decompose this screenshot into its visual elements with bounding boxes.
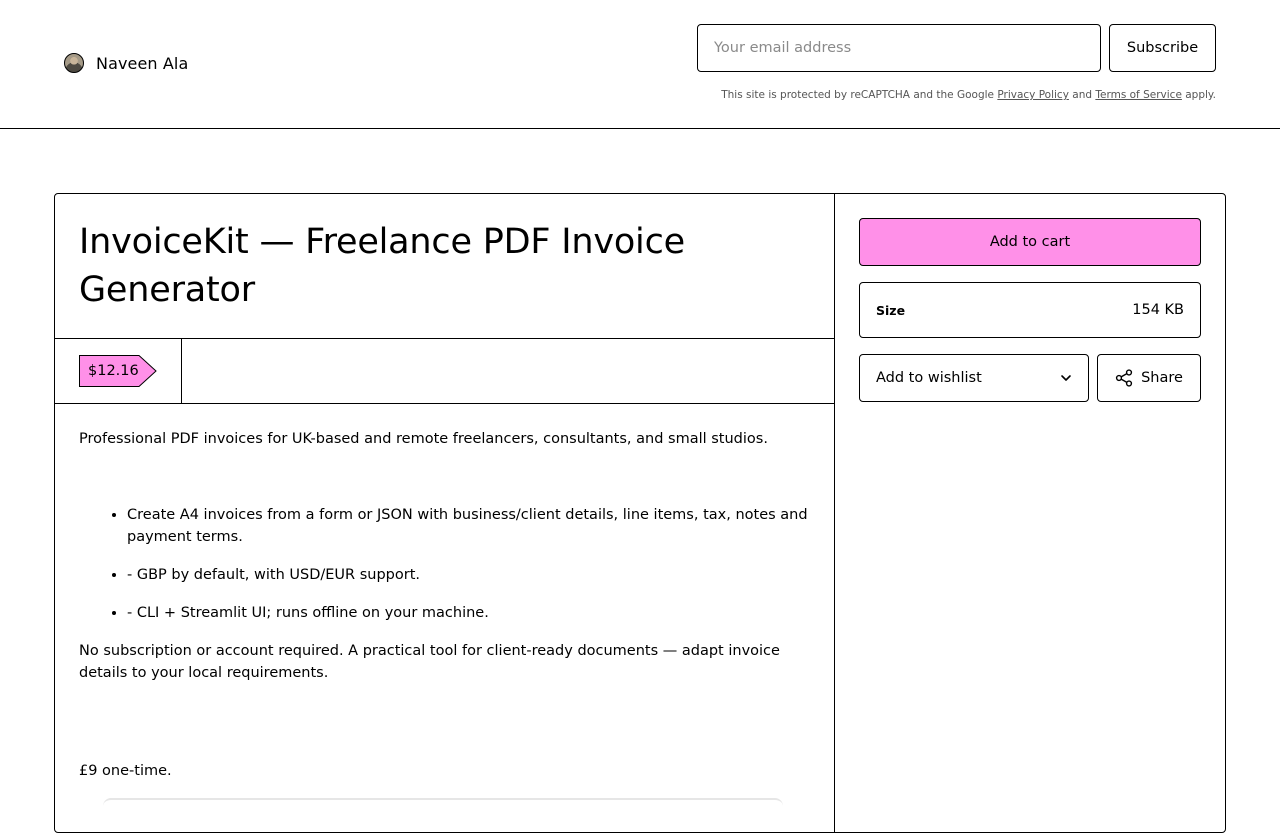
list-item: - CLI + Streamlit UI; runs offline on yo… [127, 602, 810, 624]
size-label: Size [876, 302, 906, 318]
creator-name: Naveen Ala [96, 53, 189, 73]
product-main-column: InvoiceKit — Freelance PDF Invoice Gener… [55, 194, 835, 832]
description-intro: Professional PDF invoices for UK-based a… [79, 431, 768, 447]
list-item: Create A4 invoices from a form or JSON w… [127, 504, 810, 548]
size-value: 154 KB [1132, 302, 1184, 318]
add-to-cart-button[interactable]: Add to cart [859, 218, 1201, 266]
product-image-edge [103, 798, 783, 806]
recaptcha-notice: This site is protected by reCAPTCHA and … [697, 89, 1216, 101]
recaptcha-prefix: This site is protected by reCAPTCHA and … [721, 89, 995, 101]
share-button[interactable]: Share [1097, 354, 1201, 402]
site-header: Naveen Ala Subscribe This site is protec… [0, 0, 1280, 129]
subscribe-button[interactable]: Subscribe [1109, 24, 1216, 72]
title-section: InvoiceKit — Freelance PDF Invoice Gener… [55, 194, 834, 339]
avatar [64, 53, 84, 73]
share-icon [1115, 369, 1133, 387]
feature-list: Create A4 invoices from a form or JSON w… [79, 504, 810, 624]
wishlist-label: Add to wishlist [876, 370, 982, 386]
creator-profile-link[interactable]: Naveen Ala [64, 53, 188, 73]
recaptcha-suffix: apply. [1185, 89, 1216, 101]
share-label: Share [1141, 370, 1183, 386]
recaptcha-and: and [1072, 89, 1093, 101]
purchase-sidebar: Add to cart Size 154 KB Add to wishlist [835, 194, 1225, 832]
terms-of-service-link[interactable]: Terms of Service [1095, 89, 1182, 101]
product-price: $12.16 [88, 363, 139, 379]
description-outro: No subscription or account required. A p… [79, 643, 780, 681]
pricing-note: £9 one-time. [79, 763, 172, 779]
size-info: Size 154 KB [859, 282, 1201, 338]
price-cell: $12.16 [55, 339, 182, 403]
price-tag: $12.16 [79, 355, 157, 387]
privacy-policy-link[interactable]: Privacy Policy [997, 89, 1069, 101]
product-title: InvoiceKit — Freelance PDF Invoice Gener… [79, 222, 685, 310]
price-row: $12.16 [55, 339, 834, 404]
list-item: - GBP by default, with USD/EUR support. [127, 564, 810, 586]
add-to-wishlist-button[interactable]: Add to wishlist [859, 354, 1089, 402]
email-input[interactable] [697, 24, 1101, 72]
chevron-down-icon [1060, 372, 1072, 384]
product-card: InvoiceKit — Freelance PDF Invoice Gener… [54, 193, 1226, 833]
product-description: Professional PDF invoices for UK-based a… [55, 404, 834, 782]
